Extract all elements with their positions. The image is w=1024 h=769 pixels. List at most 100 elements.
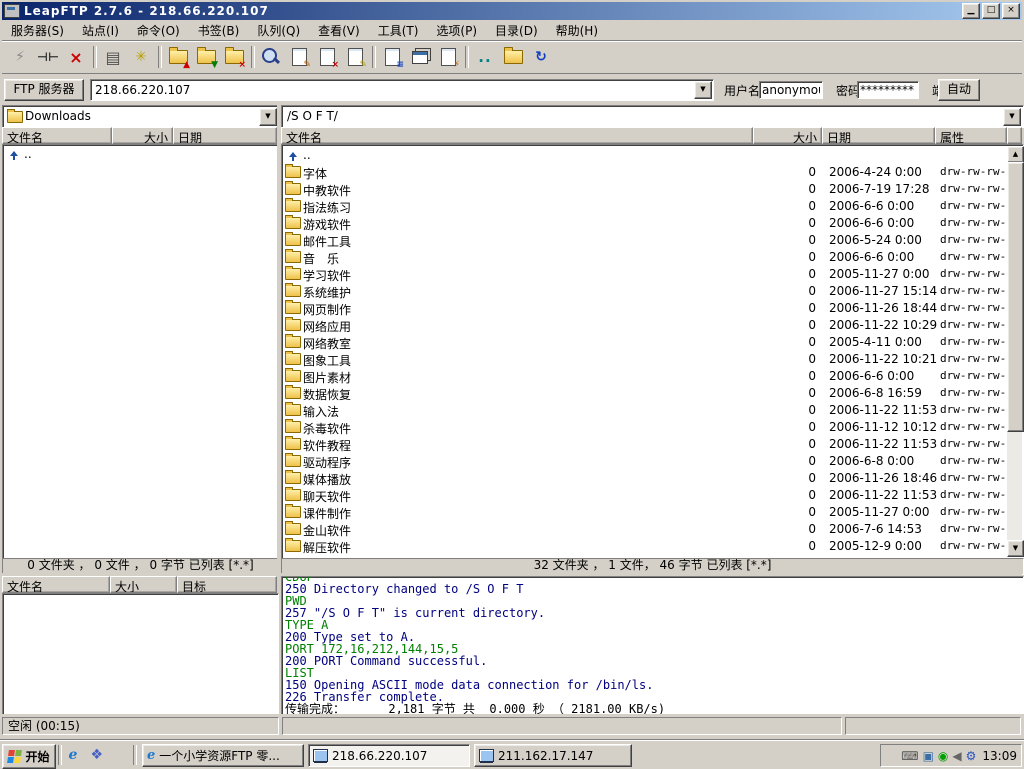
remote-file-row[interactable]: 游戏软件 0 2006-6-6 0:00 drw-rw-rw- — [282, 214, 1006, 231]
menu-item[interactable]: 书签(B) — [189, 20, 249, 41]
remote-file-row[interactable]: 网络教室 0 2005-4-11 0:00 drw-rw-rw- — [282, 333, 1006, 350]
custom-command-icon[interactable]: ⚡ — [434, 44, 462, 71]
menu-item[interactable]: 帮助(H) — [547, 20, 607, 41]
ie-icon: e — [147, 748, 155, 763]
start-button[interactable]: 开始 — [2, 744, 56, 769]
remote-file-row[interactable]: 图象工具 0 2006-11-22 10:21 drw-rw-rw- — [282, 350, 1006, 367]
menu-item[interactable]: 命令(O) — [128, 20, 189, 41]
abort-icon[interactable]: × — [62, 44, 90, 71]
remote-column-size[interactable]: 大小 — [753, 127, 822, 144]
queue-column-filename[interactable]: 文件名 — [2, 576, 110, 593]
file-size: 0 — [754, 284, 816, 298]
log-window-icon[interactable]: ≡ — [378, 44, 406, 71]
remote-file-row[interactable]: 网络应用 0 2006-11-22 10:29 drw-rw-rw- — [282, 316, 1006, 333]
scroll-up-icon[interactable]: ▲ — [1007, 146, 1024, 163]
upload-folder-icon[interactable]: ▲ — [164, 44, 192, 71]
local-column-filename[interactable]: 文件名 — [2, 127, 112, 144]
file-attributes: drw-rw-rw- — [940, 471, 1006, 484]
chevron-down-icon[interactable]: ▼ — [259, 108, 277, 126]
remote-file-row[interactable]: 输入法 0 2006-11-22 11:53 drw-rw-rw- — [282, 401, 1006, 418]
remote-file-row[interactable]: 图片素材 0 2006-6-6 0:00 drw-rw-rw- — [282, 367, 1006, 384]
quick-launch-desktop-icon[interactable]: ❖ — [87, 746, 107, 765]
local-path-value[interactable]: Downloads — [25, 109, 91, 123]
options-icon[interactable]: ✳ — [127, 44, 155, 71]
auto-button[interactable]: 自动 — [938, 79, 980, 101]
queue-column-target[interactable]: 目标 — [177, 576, 277, 593]
log-pane[interactable]: CDUP 250 Directory changed to /S O F T P… — [281, 576, 1024, 715]
remote-file-row[interactable]: 软件教程 0 2006-11-22 11:53 drw-rw-rw- — [282, 435, 1006, 452]
local-column-date[interactable]: 日期 — [173, 127, 277, 144]
maximize-button[interactable]: □ — [982, 3, 1000, 19]
menu-item[interactable]: 工具(T) — [369, 20, 428, 41]
remote-file-row[interactable]: 字体 0 2006-4-24 0:00 drw-rw-rw- — [282, 163, 1006, 180]
menu-item[interactable]: 服务器(S) — [2, 20, 73, 41]
edit-file-icon[interactable]: ✎ — [285, 44, 313, 71]
remote-file-row[interactable]: 邮件工具 0 2006-5-24 0:00 drw-rw-rw- — [282, 231, 1006, 248]
minimize-button[interactable]: ▁ — [962, 3, 980, 19]
download-folder-icon[interactable]: ▼ — [192, 44, 220, 71]
task-button[interactable]: e一个小学资源FTP 零... — [142, 744, 304, 767]
scheduler-icon[interactable]: ⚙ — [966, 750, 977, 762]
task-button[interactable]: 211.162.17.147 — [474, 744, 632, 767]
taskbar-clock[interactable]: 13:09 — [982, 749, 1017, 763]
close-button[interactable]: × — [1002, 3, 1020, 19]
menu-item[interactable]: 选项(P) — [427, 20, 486, 41]
remote-file-row[interactable]: 聊天软件 0 2006-11-22 11:53 drw-rw-rw- — [282, 486, 1006, 503]
menu-item[interactable]: 站点(I) — [73, 20, 128, 41]
password-field[interactable] — [857, 81, 919, 99]
volume-icon[interactable]: ◀ — [952, 750, 961, 762]
remote-file-row[interactable]: 杀毒软件 0 2006-11-12 10:12 drw-rw-rw- — [282, 418, 1006, 435]
view-file-icon[interactable] — [257, 44, 285, 71]
site-manager-icon[interactable]: ▤ — [99, 44, 127, 71]
remote-column-attr[interactable]: 属性 — [935, 127, 1007, 144]
username-field[interactable] — [759, 81, 823, 99]
app-icon[interactable] — [4, 4, 20, 18]
menu-item[interactable]: 队列(Q) — [248, 20, 309, 41]
remote-file-row[interactable]: 驱动程序 0 2006-6-8 0:00 drw-rw-rw- — [282, 452, 1006, 469]
remote-file-row[interactable]: 媒体播放 0 2006-11-26 18:46 drw-rw-rw- — [282, 469, 1006, 486]
remote-column-filename[interactable]: 文件名 — [281, 127, 753, 144]
remote-path-value[interactable]: /S O F T/ — [287, 109, 338, 123]
window-title: LeapFTP 2.7.6 - 218.66.220.107 — [24, 4, 269, 18]
connect-icon[interactable]: ⚡ — [6, 44, 34, 71]
refresh-icon[interactable]: ↻ — [527, 44, 555, 71]
queue-column-size[interactable]: 大小 — [110, 576, 177, 593]
file-date: 2006-6-6 0:00 — [829, 216, 914, 230]
remote-file-row[interactable]: 课件制作 0 2005-11-27 0:00 drw-rw-rw- — [282, 503, 1006, 520]
disconnect-icon[interactable]: ⊣⊢ — [34, 44, 62, 71]
messenger-icon[interactable]: ◉ — [938, 750, 948, 762]
parent-directory-icon[interactable]: .. — [471, 44, 499, 71]
remote-file-row[interactable]: 中教软件 0 2006-7-19 17:28 drw-rw-rw- — [282, 180, 1006, 197]
task-button[interactable]: 218.66.220.107 — [308, 744, 470, 767]
chevron-down-icon[interactable]: ▼ — [694, 81, 712, 99]
chevron-down-icon[interactable]: ▼ — [1003, 108, 1021, 126]
remote-file-row[interactable]: 解压软件 0 2005-12-9 0:00 drw-rw-rw- — [282, 537, 1006, 554]
folder-icon — [7, 111, 23, 123]
file-date: 2006-6-6 0:00 — [829, 369, 914, 383]
local-column-size[interactable]: 大小 — [112, 127, 173, 144]
remote-file-row[interactable]: 数据恢复 0 2006-6-8 16:59 drw-rw-rw- — [282, 384, 1006, 401]
scrollbar-thumb[interactable] — [1007, 162, 1024, 432]
local-up-row[interactable]: .. — [3, 145, 278, 162]
remote-file-row[interactable]: 学习软件 0 2005-11-27 0:00 drw-rw-rw- — [282, 265, 1006, 282]
server-address-input[interactable] — [93, 81, 695, 99]
remote-file-row[interactable]: 指法练习 0 2006-6-6 0:00 drw-rw-rw- — [282, 197, 1006, 214]
file-properties-icon[interactable]: ✎ — [341, 44, 369, 71]
transfer-windows-icon[interactable] — [406, 44, 434, 71]
scroll-down-icon[interactable]: ▼ — [1007, 540, 1024, 557]
remote-file-row[interactable]: 系统维护 0 2006-11-27 15:14 drw-rw-rw- — [282, 282, 1006, 299]
remote-column-date[interactable]: 日期 — [822, 127, 935, 144]
menu-item[interactable]: 目录(D) — [486, 20, 547, 41]
ftp-server-button[interactable]: FTP 服务器 — [4, 79, 84, 101]
input-method-icon[interactable]: ⌨ — [901, 750, 918, 762]
remote-file-row[interactable]: 音 乐 0 2006-6-6 0:00 drw-rw-rw- — [282, 248, 1006, 265]
menu-item[interactable]: 查看(V) — [309, 20, 369, 41]
remote-file-row[interactable]: 网页制作 0 2006-11-26 18:44 drw-rw-rw- — [282, 299, 1006, 316]
quick-launch-ie-icon[interactable]: e — [63, 746, 83, 765]
network-icon[interactable]: ▣ — [923, 750, 934, 762]
delete-file-icon[interactable]: × — [313, 44, 341, 71]
new-folder-icon[interactable] — [499, 44, 527, 71]
remote-file-row[interactable]: 金山软件 0 2006-7-6 14:53 drw-rw-rw- — [282, 520, 1006, 537]
delete-folder-icon[interactable]: × — [220, 44, 248, 71]
remote-up-row[interactable]: .. — [282, 146, 1006, 163]
